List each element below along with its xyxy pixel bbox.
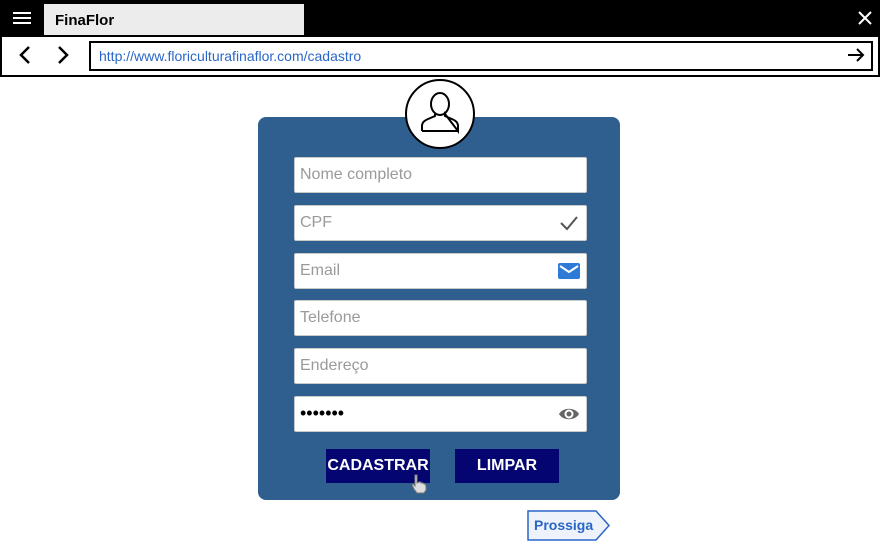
- phone-field[interactable]: Telefone: [294, 300, 587, 336]
- back-arrow-icon[interactable]: [16, 45, 36, 65]
- password-field[interactable]: •••••••: [294, 396, 587, 432]
- checkmark-icon: [560, 216, 578, 231]
- email-field[interactable]: Email: [294, 253, 587, 289]
- address-bar[interactable]: http://www.floriculturafinaflor.com/cada…: [89, 41, 873, 71]
- eye-icon[interactable]: [558, 404, 580, 424]
- address-placeholder: Endereço: [300, 357, 369, 374]
- navigation-bar: http://www.floriculturafinaflor.com/cada…: [0, 35, 880, 77]
- user-avatar-icon: [405, 79, 475, 149]
- email-placeholder: Email: [300, 262, 341, 279]
- proceed-button[interactable]: Prossiga: [527, 510, 611, 541]
- browser-tab[interactable]: FinaFlor: [44, 4, 304, 35]
- hand-cursor-icon: [411, 474, 427, 494]
- menu-icon[interactable]: [13, 12, 31, 24]
- forward-arrow-icon[interactable]: [52, 45, 72, 65]
- address-field[interactable]: Endereço: [294, 348, 587, 384]
- name-field[interactable]: Nome completo: [294, 157, 587, 193]
- go-arrow-icon[interactable]: [847, 46, 865, 64]
- name-placeholder: Nome completo: [300, 166, 413, 183]
- close-icon[interactable]: [856, 9, 874, 27]
- cpf-field[interactable]: CPF: [294, 205, 587, 241]
- title-bar: FinaFlor: [0, 0, 880, 35]
- clear-button[interactable]: LIMPAR: [455, 449, 559, 483]
- cpf-placeholder: CPF: [300, 214, 332, 231]
- proceed-label: Prossiga: [534, 517, 594, 533]
- envelope-icon: [558, 263, 580, 279]
- tab-title: FinaFlor: [55, 12, 115, 29]
- password-value: •••••••: [300, 403, 345, 423]
- phone-placeholder: Telefone: [300, 309, 361, 326]
- url-text: http://www.floriculturafinaflor.com/cada…: [99, 48, 362, 64]
